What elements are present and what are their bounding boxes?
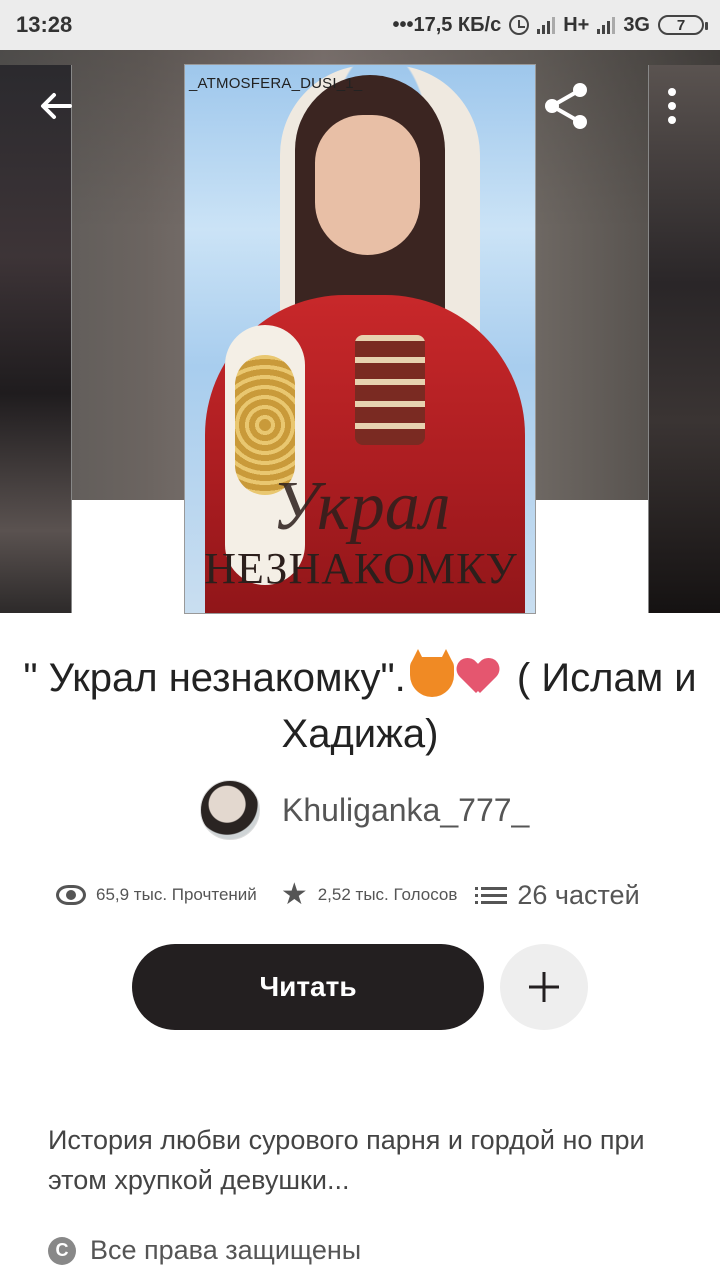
cover-script-title: Украл: [271, 468, 451, 545]
more-options-button[interactable]: [646, 80, 698, 132]
network-type-2: 3G: [623, 13, 650, 36]
votes-count: 2,52 тыс. Голосов: [317, 885, 458, 904]
signal-icon: [537, 16, 556, 34]
previous-story-cover[interactable]: [0, 65, 72, 613]
eye-icon: [56, 885, 86, 905]
cover-author-tag: _ATMOSFERA_DUSI_1_: [189, 75, 363, 92]
heart-emoji-icon: [458, 659, 498, 695]
story-title: " Украл незнакомку". ( Ислам и Хадижа): [20, 649, 700, 762]
story-description: История любви сурового парня и гордой но…: [48, 1125, 645, 1195]
alarm-icon: [509, 15, 530, 35]
star-icon: ★: [280, 878, 308, 911]
reads-count: 65,9 тыс. Прочтений: [96, 885, 257, 904]
status-bar: 13:28 •••17,5 КБ/с H+ 3G 7: [0, 0, 720, 50]
votes-stat: ★ 2,52 тыс. Голосов: [281, 880, 458, 910]
copyright-label: Все права защищены: [90, 1235, 362, 1265]
copyright-icon: C: [48, 1236, 76, 1265]
copyright-row: C Все права защищены: [48, 1235, 361, 1266]
network-speed: •••17,5 КБ/с: [392, 13, 502, 36]
arrow-left-icon: [41, 93, 72, 119]
story-details-screen: 13:28 •••17,5 КБ/с H+ 3G 7 _ATMOSFERA_DU…: [0, 0, 720, 1280]
status-indicators: •••17,5 КБ/с H+ 3G 7: [392, 13, 708, 37]
cover-title: НЕЗНАКОМКУ: [204, 544, 518, 593]
author-link[interactable]: Khuliganka_777_: [200, 780, 529, 840]
next-story-cover[interactable]: [648, 65, 720, 613]
devil-emoji-icon: [409, 649, 454, 697]
network-type-1: H+: [563, 13, 590, 36]
share-button[interactable]: [540, 80, 592, 132]
reads-stat: 65,9 тыс. Прочтений: [56, 885, 257, 905]
parts-count[interactable]: 26 частей: [517, 880, 639, 911]
more-vert-icon: [668, 88, 676, 124]
back-button[interactable]: [30, 80, 82, 132]
battery-icon: 7: [658, 15, 708, 35]
add-to-library-button[interactable]: [500, 944, 588, 1030]
list-icon: [475, 886, 508, 904]
signal-icon-2: [597, 16, 616, 34]
parts-stat[interactable]: 26 частей: [475, 880, 640, 911]
story-title-main: " Украл незнакомку".: [23, 656, 406, 700]
status-time: 13:28: [16, 12, 73, 37]
cover-art-face: [315, 115, 420, 255]
plus-icon: [529, 972, 559, 1002]
author-avatar[interactable]: [200, 780, 260, 840]
read-button[interactable]: Читать: [132, 944, 484, 1030]
share-icon: [545, 83, 587, 129]
story-cover[interactable]: _ATMOSFERA_DUSI_1_ Украл НЕЗНАКОМКУ: [184, 64, 536, 614]
author-name[interactable]: Khuliganka_777_: [282, 792, 529, 829]
story-stats: 65,9 тыс. Прочтений ★ 2,52 тыс. Голосов …: [56, 868, 676, 922]
cover-art-clasps: [355, 335, 425, 445]
